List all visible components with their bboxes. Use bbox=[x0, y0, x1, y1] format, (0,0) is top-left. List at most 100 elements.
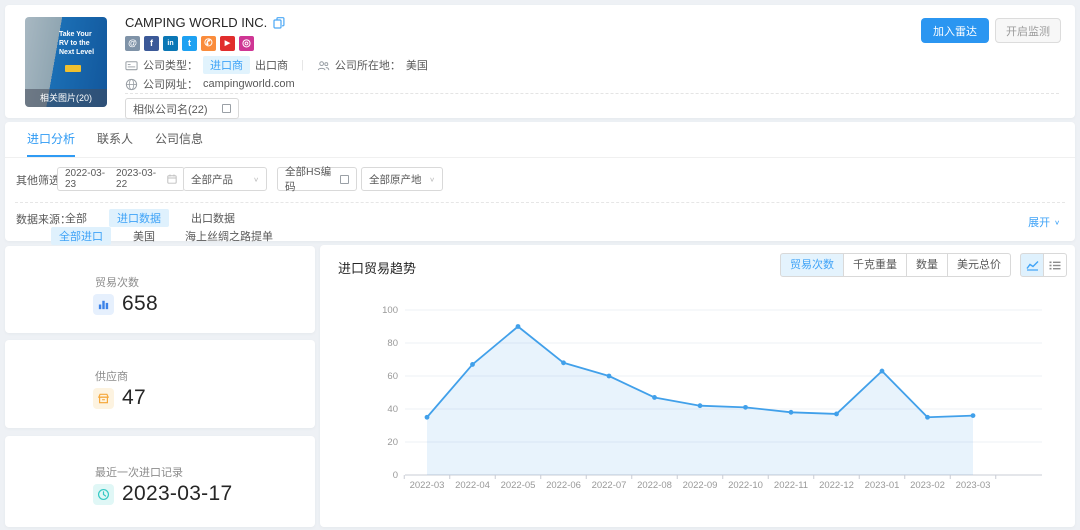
product-filter-value: 全部产品 bbox=[191, 172, 233, 187]
hs-code-filter[interactable]: 全部HS编码 bbox=[277, 167, 357, 191]
last-import-label: 最近一次进口记录 bbox=[95, 464, 183, 480]
browse-icon bbox=[340, 175, 349, 184]
svg-text:2023-03: 2023-03 bbox=[956, 480, 991, 491]
date-range-picker[interactable]: 2022-03-23 2023-03-22 bbox=[57, 167, 185, 191]
website-icon[interactable]: @ bbox=[125, 36, 140, 51]
divider bbox=[125, 93, 1059, 94]
supplier-count-label: 供应商 bbox=[95, 368, 128, 384]
svg-text:2022-07: 2022-07 bbox=[592, 480, 627, 491]
tab-bar: 进口分析 联系人 公司信息 bbox=[5, 122, 1075, 158]
company-header-card: Take Your RV to the Next Level 相关图片(20) … bbox=[5, 5, 1075, 118]
start-monitor-button[interactable]: 开启监测 bbox=[995, 18, 1061, 43]
company-website-row: 公司网址： campingworld.com bbox=[125, 76, 295, 92]
linkedin-icon[interactable]: in bbox=[163, 36, 178, 51]
subsource-usa[interactable]: 美国 bbox=[125, 227, 163, 245]
subsource-all-import[interactable]: 全部进口 bbox=[51, 227, 111, 245]
website-label: 公司网址： bbox=[143, 76, 198, 92]
supplier-count-value: 47 bbox=[122, 386, 146, 410]
subsource-silk-road[interactable]: 海上丝绸之路提单 bbox=[177, 227, 281, 245]
company-name: CAMPING WORLD INC. bbox=[125, 15, 267, 30]
social-icons-row: @ f in t ✆ ▶ ◎ bbox=[125, 36, 254, 51]
svg-text:2023-02: 2023-02 bbox=[910, 480, 945, 491]
exporter-tag: 出口商 bbox=[255, 57, 288, 73]
svg-text:2022-05: 2022-05 bbox=[501, 480, 536, 491]
thumbnail-badge bbox=[65, 65, 81, 72]
import-trend-line-chart: 0204060801002022-032022-042022-052022-06… bbox=[330, 285, 1070, 530]
date-start: 2022-03-23 bbox=[65, 168, 116, 190]
origin-filter-value: 全部原产地 bbox=[369, 172, 422, 187]
location-value: 美国 bbox=[406, 57, 428, 73]
tab-import-analysis[interactable]: 进口分析 bbox=[27, 122, 75, 157]
product-filter-select[interactable]: 全部产品 ∨ bbox=[183, 167, 267, 191]
svg-text:2022-04: 2022-04 bbox=[455, 480, 490, 491]
bar-chart-icon bbox=[93, 294, 114, 315]
clock-icon bbox=[93, 484, 114, 505]
add-radar-button[interactable]: 加入雷达 bbox=[921, 18, 989, 43]
id-card-icon bbox=[125, 59, 138, 72]
origin-filter-select[interactable]: 全部原产地 ∨ bbox=[361, 167, 443, 191]
metric-kg-weight-button[interactable]: 千克重量 bbox=[843, 253, 907, 277]
metric-quantity-button[interactable]: 数量 bbox=[906, 253, 948, 277]
supplier-count-card: 供应商 47 bbox=[5, 340, 315, 428]
datasource-import[interactable]: 进口数据 bbox=[109, 209, 169, 227]
website-value[interactable]: campingworld.com bbox=[203, 78, 295, 90]
chevron-down-icon: ∨ bbox=[253, 175, 259, 182]
chart-title: 进口贸易趋势 bbox=[338, 258, 416, 277]
datasource-suboptions-row: 全部进口 美国 海上丝绸之路提单 bbox=[5, 227, 281, 245]
svg-text:2022-03: 2022-03 bbox=[410, 480, 445, 491]
svg-text:40: 40 bbox=[387, 404, 398, 415]
expand-link[interactable]: 展开 ∨ bbox=[1028, 214, 1060, 230]
youtube-icon[interactable]: ▶ bbox=[220, 36, 235, 51]
svg-text:100: 100 bbox=[382, 305, 398, 316]
divider: | bbox=[301, 59, 304, 71]
copy-icon[interactable] bbox=[273, 17, 285, 29]
company-name-row: CAMPING WORLD INC. bbox=[125, 15, 285, 30]
last-import-value: 2023-03-17 bbox=[122, 482, 232, 506]
chevron-down-icon: ∨ bbox=[1054, 218, 1060, 225]
filter-row: 其他筛选： 2022-03-23 2023-03-22 全部产品 ∨ 全部HS编… bbox=[5, 166, 1075, 192]
tab-contacts[interactable]: 联系人 bbox=[97, 122, 133, 157]
date-end: 2023-03-22 bbox=[116, 168, 167, 190]
calendar-icon bbox=[167, 174, 177, 184]
metric-trade-count-button[interactable]: 贸易次数 bbox=[780, 253, 844, 277]
trade-count-value: 658 bbox=[122, 292, 158, 316]
related-images-label: 相关图片(20) bbox=[25, 89, 107, 107]
datasource-export[interactable]: 出口数据 bbox=[183, 209, 243, 227]
line-chart-icon bbox=[1026, 260, 1039, 271]
browse-icon bbox=[222, 104, 231, 113]
table-icon bbox=[1049, 260, 1061, 271]
importer-tag: 进口商 bbox=[203, 56, 250, 74]
twitter-icon[interactable]: t bbox=[182, 36, 197, 51]
company-image-thumbnail[interactable]: Take Your RV to the Next Level 相关图片(20) bbox=[25, 17, 107, 107]
svg-text:80: 80 bbox=[387, 338, 398, 349]
shop-icon bbox=[93, 388, 114, 409]
instagram-icon[interactable]: ◎ bbox=[239, 36, 254, 51]
globe-icon bbox=[125, 78, 138, 91]
expand-label: 展开 bbox=[1028, 214, 1050, 230]
svg-text:2022-06: 2022-06 bbox=[546, 480, 581, 491]
divider bbox=[15, 202, 1065, 203]
table-view-button[interactable] bbox=[1043, 253, 1067, 277]
datasource-options-row: 全部 进口数据 出口数据 bbox=[5, 209, 243, 227]
line-chart-view-button[interactable] bbox=[1020, 253, 1044, 277]
view-toggle-group bbox=[1020, 253, 1067, 277]
last-import-card: 最近一次进口记录 2023-03-17 bbox=[5, 436, 315, 527]
chevron-down-icon: ∨ bbox=[429, 175, 435, 182]
trade-count-card: 贸易次数 658 bbox=[5, 246, 315, 333]
svg-text:2022-08: 2022-08 bbox=[637, 480, 672, 491]
phone-icon[interactable]: ✆ bbox=[201, 36, 216, 51]
svg-text:0: 0 bbox=[393, 470, 398, 481]
analysis-panel-card: 进口分析 联系人 公司信息 其他筛选： 2022-03-23 2023-03-2… bbox=[5, 122, 1075, 241]
svg-text:2022-09: 2022-09 bbox=[683, 480, 718, 491]
svg-text:60: 60 bbox=[387, 371, 398, 382]
datasource-all[interactable]: 全部 bbox=[57, 209, 95, 227]
metric-usd-total-button[interactable]: 美元总价 bbox=[947, 253, 1011, 277]
hs-code-value: 全部HS编码 bbox=[285, 164, 340, 194]
svg-text:2022-11: 2022-11 bbox=[774, 480, 808, 491]
facebook-icon[interactable]: f bbox=[144, 36, 159, 51]
svg-text:2022-12: 2022-12 bbox=[819, 480, 854, 491]
similar-company-label: 相似公司名(22) bbox=[133, 101, 208, 117]
tab-company-info[interactable]: 公司信息 bbox=[155, 122, 203, 157]
svg-text:2022-10: 2022-10 bbox=[728, 480, 763, 491]
similar-company-select[interactable]: 相似公司名(22) bbox=[125, 98, 239, 119]
